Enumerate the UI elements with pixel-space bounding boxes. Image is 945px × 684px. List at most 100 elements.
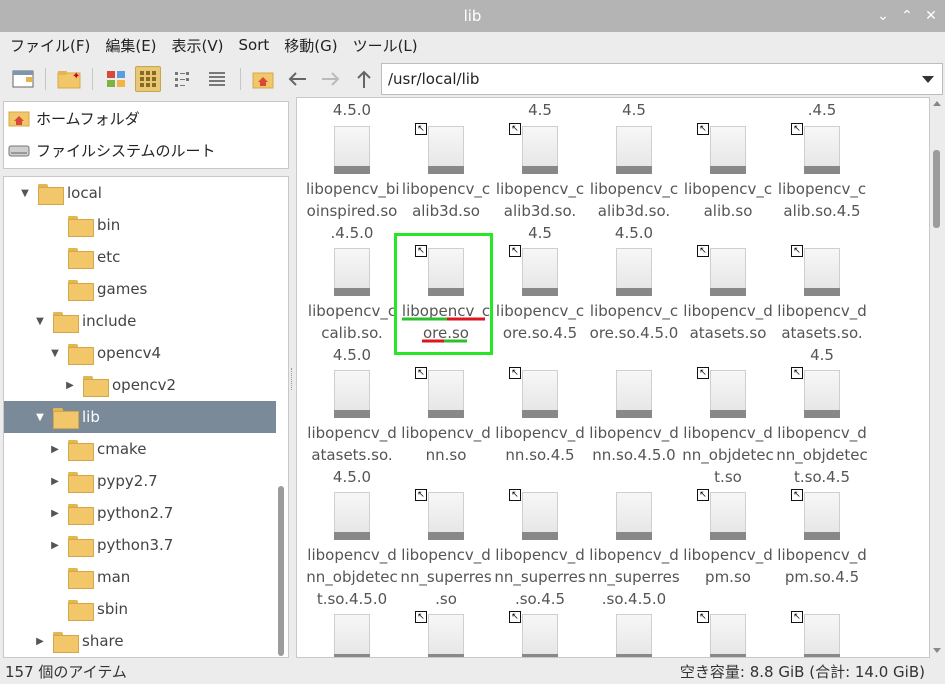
pane-splitter[interactable] xyxy=(291,368,293,390)
new-window-icon[interactable] xyxy=(10,66,36,92)
file-item[interactable]: ↖ libopencv_d nn_objdetec t.so.4.5 xyxy=(776,367,868,488)
expand-arrow-icon[interactable]: ▼ xyxy=(48,348,62,359)
file-item[interactable]: libopencv_d nn_objdetec t.so.4.5.0 xyxy=(306,492,398,610)
file-item[interactable]: ↖ libopencv_d nn_superres .so.4.5 xyxy=(494,489,586,610)
tree-item-include[interactable]: ▼ include xyxy=(4,305,276,337)
file-icon: ↖ xyxy=(509,489,558,540)
tree-item-games[interactable]: games xyxy=(4,273,276,305)
file-item[interactable]: ↖ libopencv_d pm.so.4.5 xyxy=(776,489,868,588)
file-item[interactable]: libopencv_c ore.so.4.5.0 xyxy=(588,248,680,344)
expand-arrow-icon[interactable]: ▼ xyxy=(18,188,32,199)
expand-arrow-icon[interactable]: ▼ xyxy=(33,316,47,327)
tree-item-python2-7[interactable]: ▶ python2.7 xyxy=(4,497,276,529)
file-item[interactable]: ↖ libopencv_c ore.so.4.5 xyxy=(494,245,586,344)
tree-item-bin[interactable]: bin xyxy=(4,209,276,241)
file-name: libopencv_d pm.so xyxy=(683,546,773,586)
tree-item-local[interactable]: ▼ local xyxy=(4,177,276,209)
minimize-button[interactable]: ⌄ xyxy=(877,0,889,32)
file-item[interactable]: ↖ xyxy=(776,611,868,657)
file-item[interactable]: libopencv_d atasets.so. 4.5.0 xyxy=(306,370,398,488)
file-item[interactable]: ↖ libopencv_d atasets.so xyxy=(682,245,774,344)
tree-item-opencv2[interactable]: ▶ opencv2 xyxy=(4,369,276,401)
detail-list-view-icon[interactable] xyxy=(204,66,230,92)
scroll-thumb[interactable] xyxy=(933,150,940,228)
file-name: libopencv_c calib.so. 4.5.0 xyxy=(307,302,397,364)
thumbnail-view-icon[interactable] xyxy=(103,66,129,92)
file-icon: ↖ xyxy=(697,123,746,174)
file-item[interactable]: ↖ xyxy=(682,611,774,657)
collapse-arrow-icon[interactable]: ▶ xyxy=(48,540,62,551)
up-arrow-icon[interactable] xyxy=(351,66,377,92)
tree-item-man[interactable]: man xyxy=(4,561,276,593)
folder-icon xyxy=(68,471,94,493)
folder-icon xyxy=(68,567,94,589)
icon-view-icon[interactable] xyxy=(135,66,161,92)
collapse-arrow-icon[interactable]: ▶ xyxy=(48,444,62,455)
collapse-arrow-icon[interactable]: ▶ xyxy=(48,476,62,487)
file-item[interactable]: ↖ libopencv_c alib3d.so xyxy=(400,123,492,222)
tree-item-opencv4[interactable]: ▼ opencv4 xyxy=(4,337,276,369)
file-item[interactable]: ↖ libopencv_d pm.so xyxy=(682,489,774,588)
file-name: libopencv_d nn.so.4.5.0 xyxy=(589,424,679,464)
menu-view[interactable]: 表示(V) xyxy=(172,35,224,56)
back-arrow-icon[interactable] xyxy=(284,66,310,92)
file-item[interactable]: ↖ libopencv_d nn.so.4.5 xyxy=(494,367,586,466)
file-icon: ↖ xyxy=(791,245,840,296)
file-item[interactable]: ↖ libopencv_d nn_objdetec t.so xyxy=(682,367,774,488)
tree-item-cmake[interactable]: ▶ cmake xyxy=(4,433,276,465)
file-item[interactable]: ↖ xyxy=(494,611,586,657)
symlink-icon: ↖ xyxy=(697,123,709,135)
file-item[interactable]: ↖ libopencv_c alib.so xyxy=(682,123,774,222)
file-item[interactable]: ↖ libopencv_d atasets.so. 4.5 xyxy=(776,245,868,366)
file-icon xyxy=(334,370,370,418)
tree-item-lib[interactable]: ▼ lib xyxy=(4,401,276,433)
file-item[interactable]: ↖ libopencv_c alib3d.so. 4.5 xyxy=(494,123,586,244)
tree-item-sbin[interactable]: sbin xyxy=(4,593,276,625)
file-name: libopencv_d pm.so.4.5 xyxy=(777,546,867,586)
home-icon[interactable] xyxy=(250,66,276,92)
file-name: libopencv_d nn_superres .so.4.5 xyxy=(494,546,586,608)
menu-file[interactable]: ファイル(F) xyxy=(10,35,90,56)
file-name: libopencv_d nn_superres .so.4.5.0 xyxy=(588,546,680,608)
place-home[interactable]: ホームフォルダ xyxy=(8,105,140,131)
file-item[interactable]: libopencv_d nn_superres .so.4.5.0 xyxy=(588,492,680,610)
scroll-down-icon[interactable] xyxy=(933,648,941,653)
tree-item-python3-7[interactable]: ▶ python3.7 xyxy=(4,529,276,561)
menu-tools[interactable]: ツール(L) xyxy=(353,35,418,56)
file-item[interactable]: libopencv_bi oinspired.so .4.5.0 xyxy=(306,126,400,244)
menu-sort[interactable]: Sort xyxy=(239,36,270,54)
file-icon: ↖ xyxy=(791,367,840,418)
expand-arrow-icon[interactable]: ▼ xyxy=(33,412,47,423)
file-item[interactable]: ↖ libopencv_d nn_superres .so xyxy=(400,489,492,610)
file-item[interactable] xyxy=(306,614,398,657)
file-icon: ↖ xyxy=(791,123,840,174)
scroll-up-icon[interactable] xyxy=(933,101,941,106)
compact-view-icon[interactable] xyxy=(170,66,196,92)
tree-item-etc[interactable]: etc xyxy=(4,241,276,273)
file-item[interactable]: ↖ libopencv_c alib.so.4.5 xyxy=(776,123,868,222)
file-item[interactable]: libopencv_c calib.so. 4.5.0 xyxy=(306,248,398,366)
new-folder-icon[interactable]: ✦ xyxy=(56,66,82,92)
menu-edit[interactable]: 編集(E) xyxy=(105,35,156,56)
tree-item-share[interactable]: ▶ share xyxy=(4,625,276,657)
path-input[interactable]: /usr/local/lib xyxy=(381,63,943,95)
collapse-arrow-icon[interactable]: ▶ xyxy=(63,380,77,391)
tree-item-pypy2-7[interactable]: ▶ pypy2.7 xyxy=(4,465,276,497)
collapse-arrow-icon[interactable]: ▶ xyxy=(48,508,62,519)
file-item[interactable]: libopencv_d nn.so.4.5.0 xyxy=(588,370,680,466)
tree-scrollbar[interactable] xyxy=(278,486,284,656)
menu-go[interactable]: 移動(G) xyxy=(284,35,337,56)
file-item[interactable]: ↖ xyxy=(400,611,492,657)
close-button[interactable]: ✕ xyxy=(925,0,937,32)
tree-item-label: etc xyxy=(97,248,121,266)
file-item[interactable]: libopencv_c alib3d.so. 4.5.0 xyxy=(588,126,680,244)
place-root[interactable]: ファイルシステムのルート xyxy=(8,137,216,163)
file-name: libopencv_c alib.so xyxy=(683,180,773,220)
file-item[interactable]: ↖ libopencv_d nn.so xyxy=(400,367,492,466)
chevron-down-icon[interactable] xyxy=(922,76,934,83)
maximize-button[interactable]: ⌃ xyxy=(901,0,913,32)
file-item[interactable] xyxy=(588,614,680,657)
forward-arrow-icon[interactable] xyxy=(318,66,344,92)
collapse-arrow-icon[interactable]: ▶ xyxy=(33,636,47,647)
symlink-icon: ↖ xyxy=(791,489,803,501)
